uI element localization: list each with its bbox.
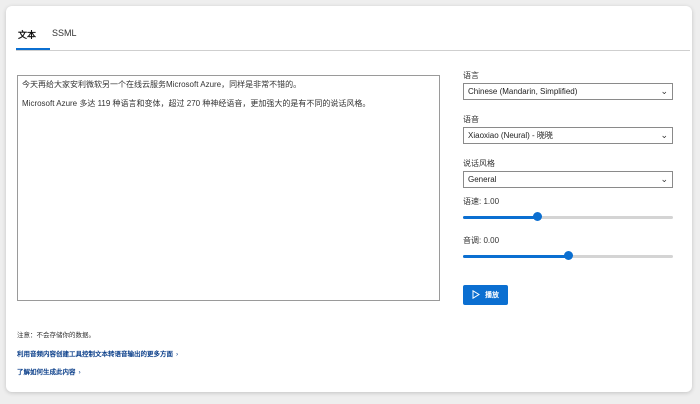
slider-fill (463, 255, 568, 258)
speed-label: 语速: 1.00 (463, 197, 500, 206)
play-icon (472, 289, 480, 301)
text-input-area[interactable]: 今天再给大家安利微软另一个在线云服务Microsoft Azure，同样是非常不… (17, 75, 440, 301)
speaking-style-label: 说话风格 (463, 159, 495, 168)
language-select[interactable]: Chinese (Mandarin, Simplified) ⌄ (463, 83, 673, 100)
voice-select[interactable]: Xiaoxiao (Neural) - 晓晓 ⌄ (463, 127, 673, 144)
chevron-down-icon: ⌄ (660, 174, 668, 184)
speed-slider[interactable] (463, 211, 673, 223)
learn-more-link[interactable]: 了解如何生成此内容 › (17, 366, 81, 376)
tab-ssml[interactable]: SSML (52, 28, 77, 38)
pitch-slider[interactable] (463, 250, 673, 262)
voice-select-value: Xiaoxiao (Neural) - 晓晓 (468, 131, 553, 140)
slider-thumb[interactable] (564, 251, 573, 260)
play-button[interactable]: 播放 (463, 285, 508, 305)
chevron-right-icon: › (176, 351, 179, 358)
chevron-right-icon: › (78, 369, 81, 376)
audio-content-creation-link[interactable]: 利用音频内容创建工具控制文本转语音输出的更多方面 › (17, 348, 178, 358)
editor-paragraph: 今天再给大家安利微软另一个在线云服务Microsoft Azure，同样是非常不… (22, 80, 302, 89)
editor-paragraph: Microsoft Azure 多达 119 种语言和变体，超过 270 种神经… (22, 99, 371, 108)
tts-demo-card: 文本 SSML 今天再给大家安利微软另一个在线云服务Microsoft Azur… (6, 6, 692, 392)
voice-label: 语音 (463, 115, 479, 124)
slider-fill (463, 216, 537, 219)
chevron-down-icon: ⌄ (660, 86, 668, 96)
slider-thumb[interactable] (532, 212, 542, 221)
chevron-down-icon: ⌄ (660, 130, 668, 140)
privacy-note: 注意：不会存储你的数据。 (17, 332, 95, 339)
link-label: 利用音频内容创建工具控制文本转语音输出的更多方面 (17, 351, 173, 358)
speaking-style-select-value: General (468, 175, 497, 184)
link-label: 了解如何生成此内容 (17, 369, 76, 376)
language-select-value: Chinese (Mandarin, Simplified) (468, 87, 578, 96)
active-tab-indicator (16, 48, 50, 50)
speaking-style-select[interactable]: General ⌄ (463, 171, 673, 188)
play-button-label: 播放 (485, 292, 499, 299)
pitch-label: 音调: 0.00 (463, 236, 500, 245)
tab-text[interactable]: 文本 (18, 28, 36, 41)
tab-bar: 文本 SSML (16, 24, 690, 51)
language-label: 语言 (463, 71, 479, 80)
